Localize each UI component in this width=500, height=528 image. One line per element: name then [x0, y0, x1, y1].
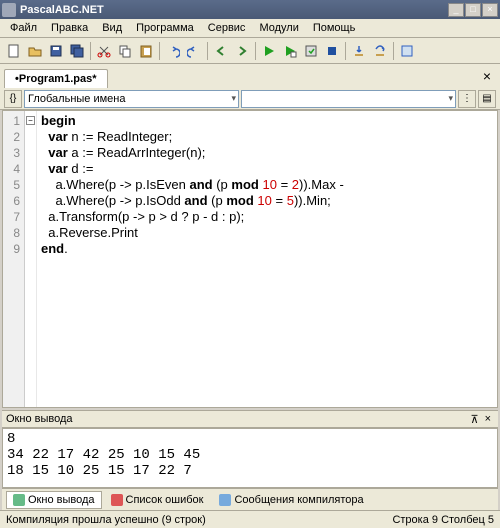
bottom-tabs: Окно вывода Список ошибок Сообщения компил… [2, 488, 498, 510]
nav-back-button[interactable] [211, 41, 231, 61]
line-number: 1 [3, 113, 24, 129]
menu-view[interactable]: Вид [96, 20, 128, 36]
save-all-button[interactable] [67, 41, 87, 61]
line-number: 6 [3, 193, 24, 209]
menu-help[interactable]: Помощь [307, 20, 362, 36]
fold-column: − [25, 111, 37, 407]
open-file-button[interactable] [25, 41, 45, 61]
new-file-button[interactable] [4, 41, 24, 61]
minimize-button[interactable]: _ [448, 3, 464, 17]
menu-program[interactable]: Программа [130, 20, 200, 36]
line-number: 3 [3, 145, 24, 161]
output-pin-icon[interactable]: ⊼ [468, 413, 482, 426]
run-button[interactable] [259, 41, 279, 61]
code-content[interactable]: begin var n := ReadInteger; var a := Rea… [37, 111, 497, 407]
output-close-icon[interactable]: × [482, 413, 494, 425]
tab-label: Окно вывода [28, 494, 95, 506]
fold-toggle-icon[interactable]: − [26, 116, 35, 125]
line-number: 2 [3, 129, 24, 145]
nav-right-2[interactable]: ▤ [478, 90, 496, 108]
line-number: 4 [3, 161, 24, 177]
redo-button[interactable] [184, 41, 204, 61]
scope-dropdown[interactable]: Глобальные имена [24, 90, 239, 108]
nav-right-1[interactable]: ⋮ [458, 90, 476, 108]
output-panel[interactable]: 8 34 22 17 42 25 10 15 45 18 15 10 25 15… [2, 428, 498, 488]
tab-icon [219, 494, 231, 506]
step-into-button[interactable] [349, 41, 369, 61]
window-title: PascalABC.NET [20, 4, 448, 16]
nav-forward-button[interactable] [232, 41, 252, 61]
close-button[interactable]: × [482, 3, 498, 17]
line-gutter: 123456789 [3, 111, 25, 407]
output-title: Окно вывода [6, 413, 73, 425]
run-noform-button[interactable] [280, 41, 300, 61]
bottom-tab[interactable]: Окно вывода [6, 491, 102, 509]
cut-button[interactable] [94, 41, 114, 61]
tab-label: Сообщения компилятора [234, 494, 363, 506]
save-button[interactable] [46, 41, 66, 61]
app-icon [2, 3, 16, 17]
maximize-button[interactable]: □ [465, 3, 481, 17]
line-number: 8 [3, 225, 24, 241]
member-dropdown[interactable] [241, 90, 456, 108]
line-number: 7 [3, 209, 24, 225]
form-designer-button[interactable] [397, 41, 417, 61]
menu-file[interactable]: Файл [4, 20, 43, 36]
copy-button[interactable] [115, 41, 135, 61]
menu-modules[interactable]: Модули [253, 20, 304, 36]
bottom-tab[interactable]: Сообщения компилятора [212, 491, 370, 509]
stop-button[interactable] [322, 41, 342, 61]
paste-button[interactable] [136, 41, 156, 61]
menu-service[interactable]: Сервис [202, 20, 252, 36]
tab-icon [111, 494, 123, 506]
bottom-tab[interactable]: Список ошибок [104, 491, 211, 509]
menubar: Файл Правка Вид Программа Сервис Модули … [0, 19, 500, 38]
tab-label: Список ошибок [126, 494, 204, 506]
scope-label: Глобальные имена [28, 93, 126, 105]
menu-edit[interactable]: Правка [45, 20, 94, 36]
code-editor[interactable]: 123456789 − begin var n := ReadInteger; … [2, 110, 498, 408]
document-tab[interactable]: •Program1.pas* [4, 69, 108, 88]
status-right: Строка 9 Столбец 5 [392, 514, 494, 526]
compile-button[interactable] [301, 41, 321, 61]
line-number: 9 [3, 241, 24, 257]
nav-scope-icon[interactable]: {} [4, 90, 22, 108]
toolbar [0, 38, 500, 64]
close-tab-icon[interactable]: × [478, 68, 496, 86]
step-over-button[interactable] [370, 41, 390, 61]
line-number: 5 [3, 177, 24, 193]
undo-button[interactable] [163, 41, 183, 61]
status-left: Компиляция прошла успешно (9 строк) [6, 514, 206, 526]
tab-icon [13, 494, 25, 506]
